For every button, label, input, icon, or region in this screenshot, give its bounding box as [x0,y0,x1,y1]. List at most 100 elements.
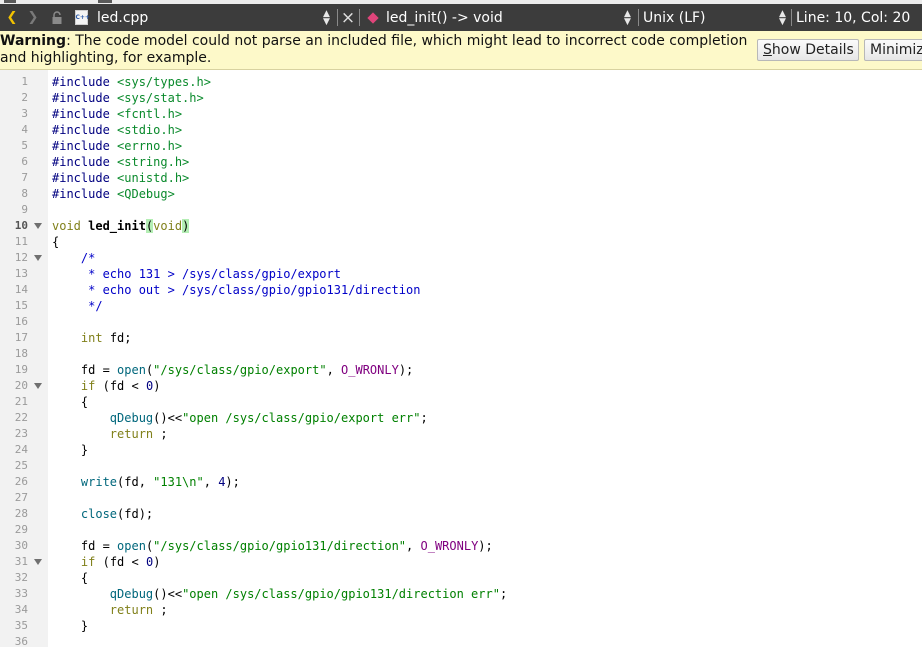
code-line[interactable]: 9 [0,202,922,218]
code-line[interactable]: 6 #include <string.h> [0,154,922,170]
code-line[interactable]: 19 fd = open("/sys/class/gpio/export", O… [0,362,922,378]
code-text: { [52,570,88,586]
code-text: fd = open("/sys/class/gpio/gpio131/direc… [52,538,493,554]
minimize-button[interactable]: Minimize [864,39,922,61]
code-line[interactable]: 21 { [0,394,922,410]
code-token: ) [182,219,190,233]
code-text: #include <unistd.h> [52,170,189,186]
line-number: 30 [14,539,28,552]
code-line[interactable]: 10 void led_init(void) [0,218,922,234]
code-line[interactable]: 11 { [0,234,922,250]
code-text: if (fd < 0) [52,378,161,394]
code-line[interactable]: 14 * echo out > /sys/class/gpio/gpio131/… [0,282,922,298]
code-line[interactable]: 5 #include <errno.h> [0,138,922,154]
code-token: void [153,219,183,233]
code-line[interactable]: 13 * echo 131 > /sys/class/gpio/export [0,266,922,282]
code-line[interactable]: 3 #include <fcntl.h> [0,106,922,122]
line-number: 5 [21,139,28,152]
top-edge-mark [98,0,112,3]
line-number: 36 [14,635,28,648]
code-text: * echo out > /sys/class/gpio/gpio131/dir… [52,282,420,298]
fold-arrow-icon[interactable] [34,559,42,565]
code-line[interactable]: 35 } [0,618,922,634]
line-number: 24 [14,443,28,456]
line-number: 10 [14,219,28,232]
cpp-file-badge: C++ [75,14,90,21]
code-line[interactable]: 17 int fd; [0,330,922,346]
code-token: if [80,555,103,569]
line-number: 32 [14,571,28,584]
code-line[interactable]: 8 #include <QDebug> [0,186,922,202]
code-token: void [52,219,89,233]
code-text: #include <QDebug> [52,186,175,202]
code-line[interactable]: 30 fd = open("/sys/class/gpio/gpio131/di… [0,538,922,554]
chevron-updown-icon: ▲ ▼ [323,8,330,27]
code-line[interactable]: 12 /* [0,250,922,266]
code-line[interactable]: 4 #include <stdio.h> [0,122,922,138]
code-token: qDebug [109,411,154,425]
code-token: ); [225,475,240,489]
code-line[interactable]: 23 return ; [0,426,922,442]
code-line[interactable]: 25 [0,458,922,474]
fold-arrow-icon[interactable] [34,383,42,389]
close-document-button[interactable]: × [341,4,355,31]
code-token: #include [52,187,118,201]
code-text: #include <errno.h> [52,138,182,154]
code-text: int fd; [52,330,132,346]
code-line[interactable]: 31 if (fd < 0) [0,554,922,570]
editor-toolbar: ❮ ❯ C++ led.cpp ▲ ▼ × led_init() -> void … [0,4,922,31]
forward-button[interactable]: ❯ [25,4,41,31]
code-line[interactable]: 1 #include <sys/types.h> [0,74,922,90]
back-button[interactable]: ❮ [4,4,20,31]
lock-icon[interactable] [50,4,64,31]
line-ending-selector[interactable]: Unix (LF) ▲ ▼ [643,4,790,31]
code-line[interactable]: 27 [0,490,922,506]
line-number: 16 [14,315,28,328]
fold-arrow-icon[interactable] [34,255,42,261]
code-token: if [80,379,103,393]
code-token: <stdio.h> [117,123,183,137]
code-text: /* [52,250,95,266]
code-line[interactable]: 15 */ [0,298,922,314]
code-token: ) [153,555,161,569]
code-line[interactable]: 32 { [0,570,922,586]
fold-arrow-icon[interactable] [34,223,42,229]
code-line[interactable]: 18 [0,346,922,362]
code-line[interactable]: 24 } [0,442,922,458]
code-token: , [203,475,219,489]
line-number: 14 [14,283,28,296]
code-token: * echo 131 > /sys/class/gpio/export [52,267,341,281]
code-token: <sys/stat.h> [117,91,204,105]
code-token: <unistd.h> [117,171,190,185]
line-number: 22 [14,411,28,424]
file-selector[interactable]: led.cpp ▲ ▼ [97,4,335,31]
code-text: { [52,234,59,250]
code-line[interactable]: 28 close(fd); [0,506,922,522]
code-line[interactable]: 34 return ; [0,602,922,618]
code-editor[interactable]: 1 #include <sys/types.h> 2 #include <sys/st… [0,70,922,650]
cursor-position-button[interactable]: Line: 10, Col: 20 [796,4,920,31]
code-line[interactable]: 16 [0,314,922,330]
code-line[interactable]: 22 qDebug()<<"open /sys/class/gpio/expor… [0,410,922,426]
code-line[interactable]: 36 [0,634,922,650]
code-line[interactable]: 33 qDebug()<<"open /sys/class/gpio/gpio1… [0,586,922,602]
line-number: 13 [14,267,28,280]
code-token: fd; [109,331,132,345]
file-name: led.cpp [97,9,149,26]
code-token: #include [52,171,118,185]
code-line[interactable]: 20 if (fd < 0) [0,378,922,394]
show-details-button[interactable]: Show Details [757,39,859,61]
symbol-selector[interactable]: led_init() -> void ▲ ▼ [367,4,635,31]
code-text: #include <sys/types.h> [52,74,211,90]
code-token: <string.h> [117,155,190,169]
code-line[interactable]: 7 #include <unistd.h> [0,170,922,186]
code-line[interactable]: 26 write(fd, "131\n", 4); [0,474,922,490]
code-line[interactable]: 29 [0,522,922,538]
code-token: * echo out > /sys/class/gpio/gpio131/dir… [52,283,421,297]
code-line[interactable]: 2 #include <sys/stat.h> [0,90,922,106]
